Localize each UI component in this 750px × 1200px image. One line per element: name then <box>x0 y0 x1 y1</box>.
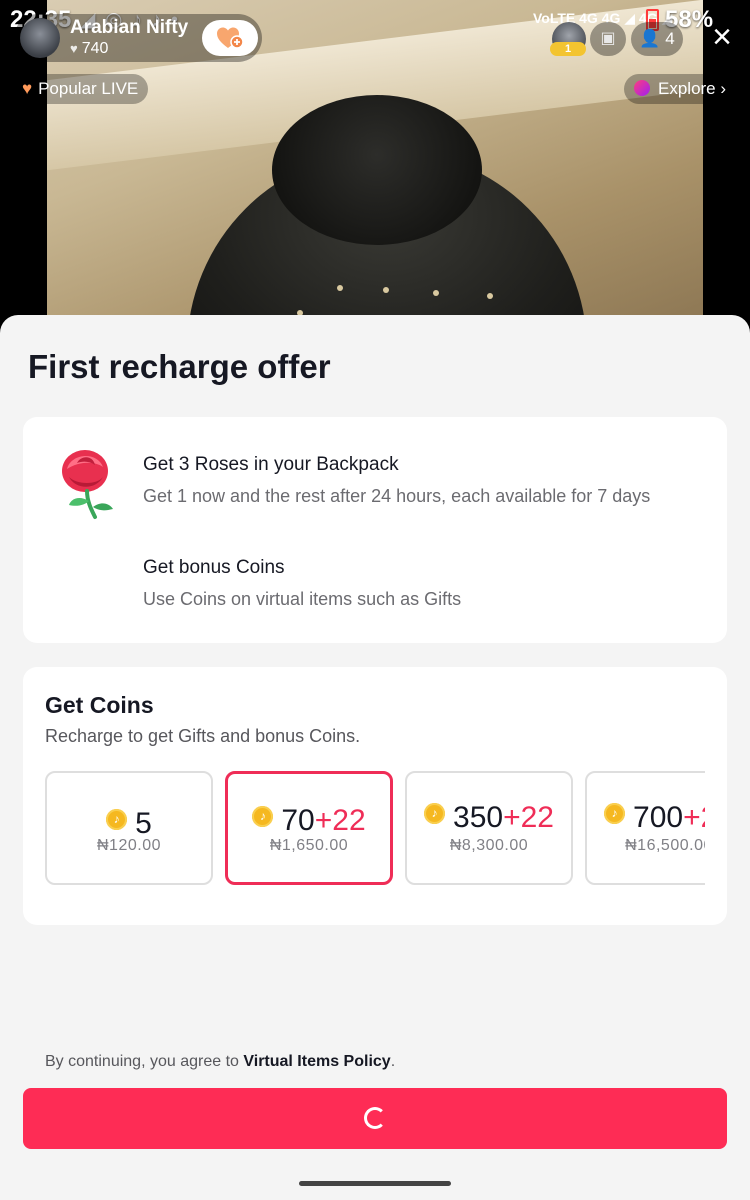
package-amount: 700 <box>633 801 684 834</box>
offer-coins-subtitle: Use Coins on virtual items such as Gifts <box>143 589 462 609</box>
coin-package[interactable]: 5 ₦120.00 <box>45 771 213 885</box>
sheet-title: First recharge offer <box>28 348 331 385</box>
get-coins-subtitle: Recharge to get Gifts and bonus Coins. <box>45 726 361 746</box>
policy-prefix: By continuing, you agree to <box>45 1053 244 1070</box>
home-indicator[interactable] <box>299 1181 451 1186</box>
coin-packages[interactable]: 5 ₦120.00 70+22 ₦1,650.00 350+22 ₦8,300.… <box>45 771 705 887</box>
viewer-count-value: 4 <box>665 29 675 48</box>
package-price: ₦1,650.00 <box>269 837 349 854</box>
follow-button[interactable] <box>202 20 258 56</box>
coin-package[interactable]: 700+22 ₦16,500.00 <box>585 771 705 885</box>
explore-button[interactable]: Explore › <box>624 74 737 104</box>
package-bonus: +22 <box>503 801 554 834</box>
coin-package-selected[interactable]: 70+22 ₦1,650.00 <box>225 771 393 885</box>
coin-icon <box>106 809 128 830</box>
beanie-pompom <box>272 95 482 245</box>
close-icon[interactable]: × <box>704 20 740 56</box>
policy-notice: By continuing, you agree to Virtual Item… <box>45 1053 395 1071</box>
explore-label: Explore <box>658 79 716 98</box>
viewer-count[interactable]: 👤 4 <box>631 22 683 56</box>
viewer-rank-badge: 1 <box>550 42 586 56</box>
rose-icon <box>62 450 113 519</box>
host-likes: ♥ 740 <box>70 40 108 58</box>
offer-coins-title: Get bonus Coins <box>143 557 285 578</box>
package-amount: 70 <box>281 804 315 837</box>
explore-icon <box>634 80 650 96</box>
package-bonus: +22 <box>314 804 366 837</box>
live-video: 22:35 ◢ ◎ ♪ ♪ • VoLTE 4G 4G ◢ 4G ◢ 58% A… <box>0 0 750 330</box>
coin-icon <box>424 803 446 824</box>
popular-live-label: Popular LIVE <box>38 79 139 98</box>
package-price: ₦120.00 <box>97 837 161 854</box>
policy-suffix: . <box>390 1053 396 1070</box>
recharge-sheet: First recharge offer Get 3 Roses in your… <box>0 315 750 1200</box>
heart-icon: ♥ <box>70 41 78 56</box>
host-avatar[interactable] <box>20 18 60 58</box>
package-amount: 5 <box>135 807 152 840</box>
person-icon: 👤 <box>639 29 661 48</box>
seat-icon[interactable]: ▣ <box>590 22 626 56</box>
host-info[interactable]: Arabian Nifty ♥ 740 <box>14 14 262 62</box>
popular-live-button[interactable]: ♥ Popular LIVE <box>14 74 149 104</box>
get-coins-title: Get Coins <box>45 692 154 718</box>
get-coins-card: Get Coins Recharge to get Gifts and bonu… <box>23 667 727 925</box>
package-amount: 350 <box>453 801 504 834</box>
coin-icon <box>604 803 626 824</box>
host-name: Arabian Nifty <box>70 17 189 38</box>
heart-icon: ♥ <box>22 79 33 98</box>
recharge-button[interactable] <box>23 1088 727 1149</box>
virtual-items-policy-link[interactable]: Virtual Items Policy <box>243 1053 390 1070</box>
loading-spinner-icon <box>364 1107 386 1129</box>
offer-roses-title: Get 3 Roses in your Backpack <box>143 454 399 475</box>
chevron-right-icon: › <box>720 79 727 98</box>
likes-count: 740 <box>81 40 109 57</box>
heart-plus-icon <box>216 26 244 50</box>
package-price: ₦16,500.00 <box>625 837 705 854</box>
offer-card: Get 3 Roses in your Backpack Get 1 now a… <box>23 417 727 643</box>
package-price: ₦8,300.00 <box>449 837 529 854</box>
coin-package[interactable]: 350+22 ₦8,300.00 <box>405 771 573 885</box>
coin-icon <box>252 806 274 827</box>
offer-roses-subtitle: Get 1 now and the rest after 24 hours, e… <box>143 486 651 506</box>
package-bonus: +22 <box>683 801 705 834</box>
